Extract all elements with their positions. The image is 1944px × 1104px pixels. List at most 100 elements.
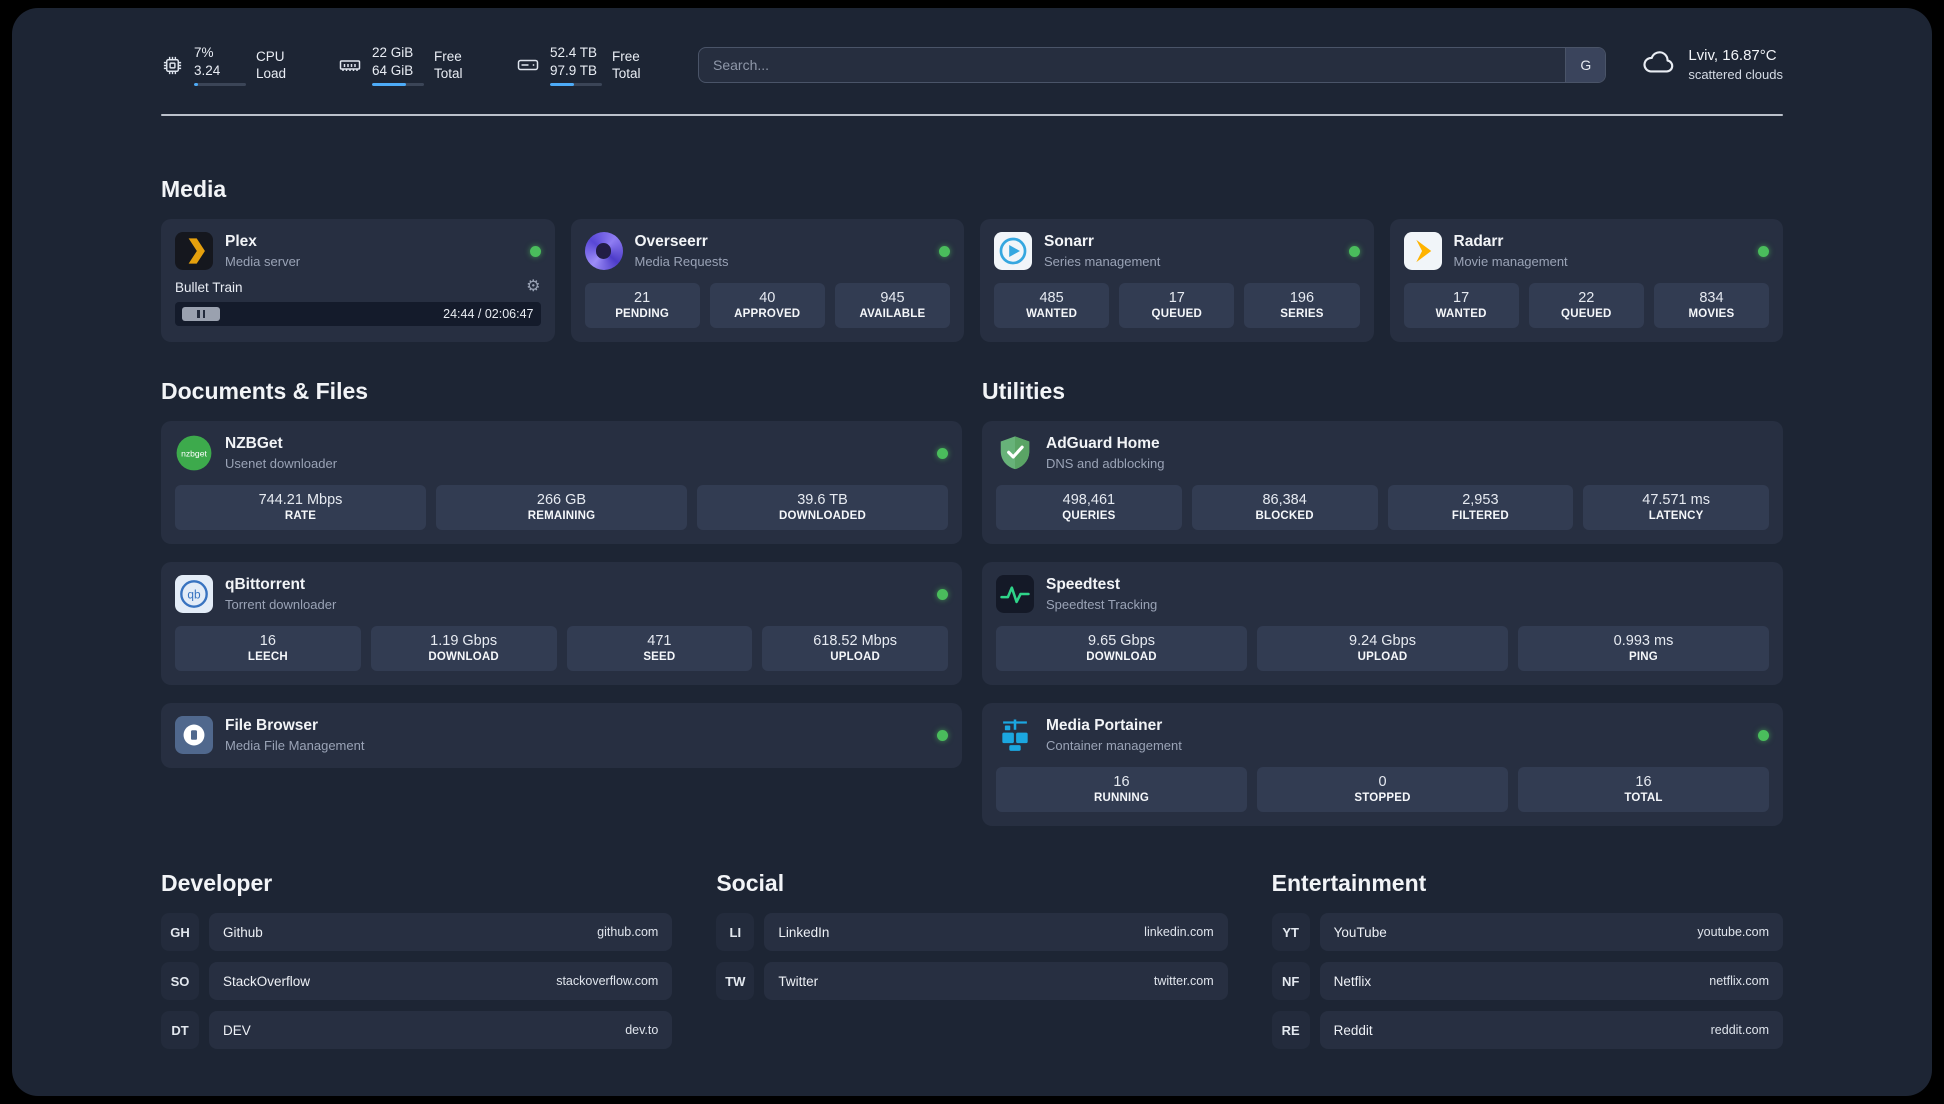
app-card-sonarr[interactable]: Sonarr Series management 485 WANTED 17 Q… [980,219,1374,343]
stats-row: 16 LEECH 1.19 Gbps DOWNLOAD 471 SEED 618… [175,626,948,672]
ram-usage-bar-fill [372,83,407,87]
stat-label: DOWNLOAD [1086,651,1157,664]
status-dot [937,729,948,741]
stat-value: 266 GB [536,492,587,509]
bookmark-linkedin[interactable]: LI LinkedIn linkedin.com [716,913,1228,952]
bookmark-url: netflix.com [1709,974,1769,989]
disk-labels: Free Total [612,48,664,83]
stat-tile: 2,953 FILTERED [1387,485,1574,531]
app-card-adguard[interactable]: AdGuard Home DNS and adblocking 498,461 … [982,421,1783,545]
bookmarks: Developer GH Github github.com SO StackO… [161,870,1783,1050]
section-title-utilities: Utilities [982,378,1066,405]
stat-value: 17 [1168,290,1185,307]
ram-free-value: 22 GiB [372,45,414,60]
app-header: Speedtest Speedtest Tracking [996,575,1769,614]
bookmark-name: Github [223,924,263,940]
topbar-divider [161,114,1783,117]
status-dot [1758,245,1769,257]
search-engine-button[interactable]: G [1565,48,1606,83]
dashboard: 7% 3.24 CPU Load 22 GiB 64 GiB Free Tota… [12,8,1932,1096]
status-dot [939,245,950,257]
app-name: Sonarr [1044,233,1094,251]
app-name: NZBGet [225,435,283,453]
app-card-overseerr[interactable]: Overseerr Media Requests 21 PENDING 40 A… [570,219,964,343]
bookmark-pill: Reddit reddit.com [1319,1011,1783,1050]
bookmark-name: Netflix [1333,973,1372,989]
search-input[interactable] [699,48,1566,83]
bookmark-group-entertainment: Entertainment YT YouTube youtube.com NF … [1271,870,1783,1050]
bookmark-reddit[interactable]: RE Reddit reddit.com [1271,1011,1783,1050]
stat-label: DOWNLOADED [779,510,866,523]
stat-tile: 618.52 Mbps UPLOAD [762,626,948,672]
stat-label: RATE [284,510,317,523]
bookmark-stackoverflow[interactable]: SO StackOverflow stackoverflow.com [161,962,673,1001]
disk-label-top: Free [612,48,640,64]
media-grid: Plex Media server Bullet Train ⚙ 24:44 /… [161,219,1783,343]
status-dot [937,447,948,459]
stat-label: LEECH [247,651,288,664]
cpu-load-value: 3.24 [194,62,221,78]
bookmark-youtube[interactable]: YT YouTube youtube.com [1271,913,1783,952]
section-media: Media Plex Media server Bullet Train ⚙ 2… [161,176,1783,343]
cpu-label-bottom: Load [256,66,287,82]
app-card-plex[interactable]: Plex Media server Bullet Train ⚙ 24:44 /… [161,219,555,343]
disk-icon [516,53,540,77]
bookmark-group-social: Social LI LinkedIn linkedin.com TW Twitt… [716,870,1228,1049]
stat-tile: 21 PENDING [584,283,700,329]
app-card-portainer[interactable]: Media Portainer Container management 16 … [982,703,1783,827]
bookmark-group-developer: Developer GH Github github.com SO StackO… [161,870,673,1050]
app-name: Overseerr [634,233,708,251]
stat-label: DOWNLOAD [428,651,499,664]
app-header: File Browser Media File Management [175,716,948,755]
disk-widget: 52.4 TB 97.9 TB Free Total [516,44,664,87]
pause-button[interactable] [182,307,220,322]
status-dot [1758,729,1769,741]
now-playing-title: Bullet Train [175,279,243,295]
app-name: qBittorrent [225,576,306,594]
app-card-nzbget[interactable]: nzbget NZBGet Usenet downloader 744.21 M… [161,421,962,545]
stat-label: AVAILABLE [859,308,926,321]
app-header: Sonarr Series management [994,232,1360,271]
cpu-usage-bar-fill [194,83,199,87]
stat-tile: 16 RUNNING [996,767,1247,813]
stat-tile: 196 SERIES [1244,283,1360,329]
cloud-icon [1640,48,1678,82]
app-header: qb qBittorrent Torrent downloader [175,575,948,614]
stat-label: RUNNING [1093,792,1150,805]
app-card-radarr[interactable]: Radarr Movie management 17 WANTED 22 QUE… [1389,219,1783,343]
bookmark-netflix[interactable]: NF Netflix netflix.com [1271,962,1783,1001]
bookmark-twitter[interactable]: TW Twitter twitter.com [716,962,1228,1001]
stat-label: MOVIES [1688,308,1735,321]
status-dot [937,588,948,600]
stat-tile: 266 GB REMAINING [436,485,687,531]
ram-values: 22 GiB 64 GiB [372,44,424,87]
player-seek-bar[interactable]: 24:44 / 02:06:47 [175,302,541,327]
two-column-sections: Documents & Files nzbget NZBGet Usenet d… [161,378,1783,827]
ram-icon [338,53,362,77]
app-meta: NZBGet Usenet downloader [225,434,337,472]
app-card-speedtest[interactable]: Speedtest Speedtest Tracking 9.65 Gbps D… [982,562,1783,686]
app-meta: AdGuard Home DNS and adblocking [1046,434,1165,472]
bookmark-dev[interactable]: DT DEV dev.to [161,1011,673,1050]
bookmark-pill: LinkedIn linkedin.com [764,913,1228,952]
app-meta: Sonarr Series management [1044,232,1160,270]
stat-tile: 471 SEED [566,626,753,672]
bookmark-name: DEV [223,1022,251,1038]
qbittorrent-icon-text: qb [187,588,201,602]
stat-tile: 945 AVAILABLE [834,283,951,329]
app-name: Media Portainer [1046,717,1163,735]
stats-row: 16 RUNNING 0 STOPPED 16 TOTAL [996,767,1769,813]
bookmark-name: Reddit [1333,1022,1373,1038]
gear-icon[interactable]: ⚙ [526,279,540,295]
radarr-icon [1403,232,1442,271]
stat-label: QUEUED [1151,308,1202,321]
app-subtitle: Movie management [1453,253,1568,269]
app-card-qbittorrent[interactable]: qb qBittorrent Torrent downloader 16 LEE… [161,562,962,686]
stats-row: 485 WANTED 17 QUEUED 196 SERIES [994,283,1360,329]
app-header: Plex Media server [175,232,541,271]
stat-tile: 16 TOTAL [1518,767,1769,813]
stat-value: 0 [1378,774,1387,791]
app-card-filebrowser[interactable]: File Browser Media File Management [161,703,962,769]
bookmark-github[interactable]: GH Github github.com [161,913,673,952]
app-name: Radarr [1453,233,1504,251]
